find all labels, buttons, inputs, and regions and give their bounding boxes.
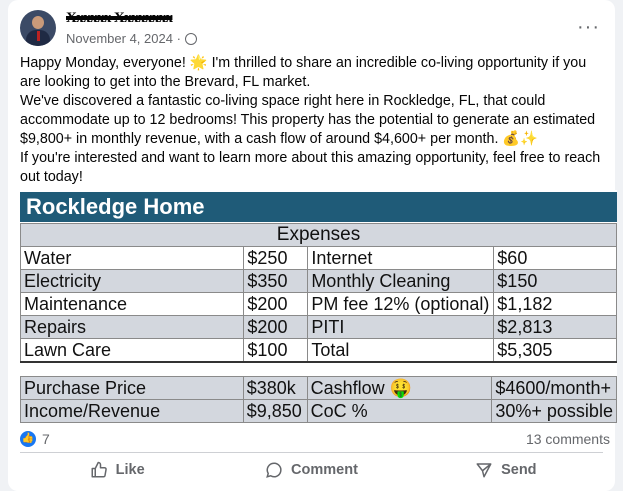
table-cell: Purchase Price (20, 376, 244, 400)
post-actions: Like Comment Send (20, 456, 603, 484)
table-cell: $200 (243, 292, 309, 316)
send-label: Send (501, 462, 537, 478)
table-row: Electricity $350 Monthly Cleaning $150 (19, 269, 617, 293)
like-count[interactable]: 7 (42, 431, 50, 447)
post-date[interactable]: November 4, 2024 · (66, 31, 181, 46)
reaction-stats: 👍 7 13 comments (20, 430, 610, 450)
table-cell: PITI (307, 315, 495, 339)
post-header: Xxxxxx Xxxxxxxx November 4, 2024 · ··· (20, 10, 610, 50)
post-line: We've discovered a fantastic co-living s… (20, 93, 596, 147)
table-cell: 30%+ possible (491, 399, 617, 423)
table-row: Repairs $200 PITI $2,813 (19, 315, 617, 339)
send-icon (476, 463, 492, 478)
post-card: Xxxxxx Xxxxxxxx November 4, 2024 · ··· H… (8, 0, 617, 491)
table-banner: Rockledge Home (20, 192, 617, 222)
post-image-table[interactable]: Rockledge Home Expenses Water $250 Inter… (16, 190, 617, 423)
table-cell: $4600/month+ (491, 376, 617, 400)
table-cell: $200 (243, 315, 309, 339)
like-label: Like (115, 462, 145, 478)
table-row: Water $250 Internet $60 (19, 246, 617, 270)
table-cell: $150 (493, 269, 617, 293)
table-cell: $350 (243, 269, 309, 293)
summary-table: Purchase Price $380k Cashflow 🤑 $4600/mo… (20, 376, 617, 423)
table-cell: Water (19, 246, 245, 270)
comment-label: Comment (291, 462, 358, 478)
table-cell: $9,850 (242, 399, 308, 423)
table-cell: Maintenance (19, 292, 245, 316)
avatar[interactable] (20, 10, 56, 46)
table-cell: $60 (493, 246, 617, 270)
table-cell: Electricity (19, 269, 245, 293)
table-cell: Monthly Cleaning (307, 269, 495, 293)
expenses-table: Expenses Water $250 Internet $60 Electri… (19, 223, 617, 362)
table-banner-title: Rockledge Home (26, 194, 205, 219)
table-cell: PM fee 12% (optional) (307, 292, 495, 316)
post-line: If you're interested and want to learn m… (20, 150, 601, 185)
table-row: Maintenance $200 PM fee 12% (optional) $… (19, 292, 617, 316)
comment-button[interactable]: Comment (214, 456, 408, 484)
table-cell: Lawn Care (19, 338, 245, 362)
more-options-icon[interactable]: ··· (577, 16, 600, 39)
thumbs-up-icon[interactable]: 👍 (20, 431, 36, 447)
table-cell: $250 (243, 246, 309, 270)
like-icon (91, 461, 107, 478)
table-row: Purchase Price $380k Cashflow 🤑 $4600/mo… (20, 376, 617, 400)
table-cell: $5,305 (493, 338, 617, 362)
send-button[interactable]: Send (409, 456, 603, 484)
expenses-title: Expenses (20, 223, 617, 247)
post-meta: November 4, 2024 · (66, 31, 197, 46)
table-cell: $2,813 (493, 315, 617, 339)
table-cell: Repairs (19, 315, 245, 339)
table-cell: CoC % (306, 399, 493, 423)
comment-icon (266, 462, 282, 478)
action-divider (20, 452, 603, 453)
table-cell: $100 (243, 338, 309, 362)
table-cell: Total (307, 338, 495, 362)
table-row: Income/Revenue $9,850 CoC % 30%+ possibl… (20, 399, 617, 423)
globe-icon (184, 32, 197, 45)
table-cell: Cashflow 🤑 (306, 376, 493, 400)
table-cell: $380k (242, 376, 308, 400)
author-name[interactable]: Xxxxxx Xxxxxxxx (66, 10, 173, 27)
table-divider (20, 361, 617, 377)
table-row: Lawn Care $100 Total $5,305 (19, 338, 617, 362)
table-cell: $1,182 (493, 292, 617, 316)
comment-count[interactable]: 13 comments (526, 431, 610, 447)
post-line: Happy Monday, everyone! 🌟 I'm thrilled t… (20, 55, 587, 90)
like-button[interactable]: Like (20, 456, 214, 484)
post-body: Happy Monday, everyone! 🌟 I'm thrilled t… (20, 54, 610, 187)
table-cell: Internet (307, 246, 495, 270)
table-cell: Income/Revenue (20, 399, 244, 423)
